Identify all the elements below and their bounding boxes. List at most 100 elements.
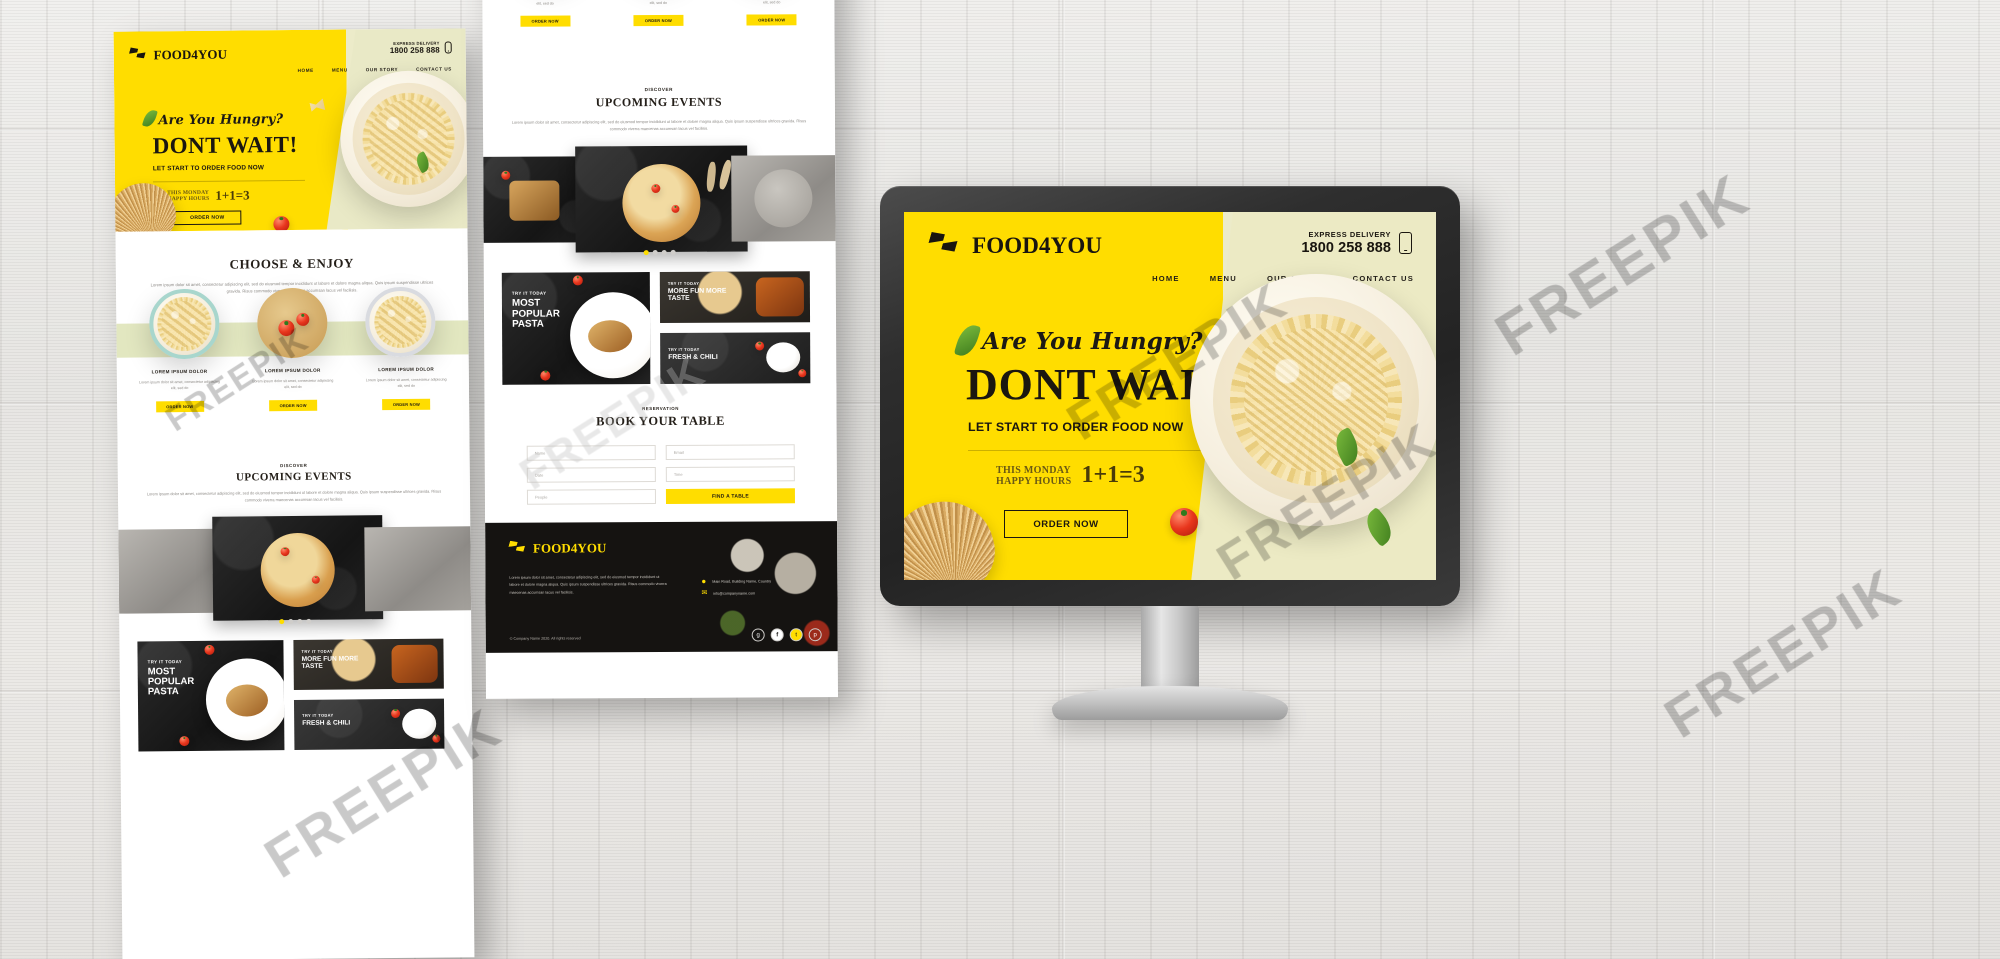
- hero-promo: THIS MONDAY HAPPY HOURS 1+1=3: [167, 187, 250, 204]
- nav-item-home[interactable]: HOME: [1152, 274, 1180, 283]
- choose-and-enjoy-section: CHOOSE & ENJOY Lorem ipsum dolor sit ame…: [115, 228, 470, 447]
- hero-script-line: Are You Hungry?: [158, 112, 284, 129]
- promo-big-title: MOST POPULAR PASTA: [511, 297, 560, 330]
- dish-card-one-order-button[interactable]: ORDER NOW: [155, 401, 204, 413]
- page-one-hero: FOOD4YOU EXPRESS DELIVERY 1800 258 888 H…: [113, 28, 475, 255]
- envelope-icon: ✉: [701, 589, 708, 597]
- dish-card-three-order-button[interactable]: ORDER NOW: [746, 14, 797, 26]
- dish-card-two-order-button[interactable]: ORDER NOW: [633, 15, 684, 27]
- events-carousel[interactable]: [118, 514, 472, 624]
- events-paragraph: Lorem ipsum dolor sit amet, consectetur …: [511, 118, 807, 132]
- carousel-dot-4[interactable]: [670, 249, 676, 256]
- date-field-placeholder: Date: [534, 472, 544, 478]
- time-field-placeholder: Time: [673, 471, 683, 477]
- promo-small-top-kicker: TRY IT TODAY: [301, 648, 333, 654]
- dish-card-two-order-button[interactable]: ORDER NOW: [269, 399, 318, 412]
- site-logo[interactable]: FOOD4YOU: [130, 47, 227, 64]
- dish-card-three-order-button[interactable]: ORDER NOW: [382, 398, 431, 411]
- footer-social-links[interactable]: g f t p: [751, 628, 822, 642]
- monitor-neck: [1141, 606, 1199, 698]
- desktop-hero-promo: THIS MONDAY HAPPY HOURS 1+1=3: [996, 462, 1145, 489]
- mockup-page-one: FOOD4YOU EXPRESS DELIVERY 1800 258 888 H…: [113, 28, 475, 959]
- date-field[interactable]: Date: [526, 467, 656, 483]
- footer-contact-address: ● Main Road, Building Name, Country: [701, 576, 771, 586]
- monitor-screen: FOOD4YOU EXPRESS DELIVERY 1800 258 888 H…: [904, 212, 1436, 580]
- facebook-icon[interactable]: f: [770, 628, 784, 642]
- carousel-dot-1[interactable]: [643, 250, 649, 256]
- promo-tile-more-fun[interactable]: TRY IT TODAY MORE FUN MORE TASTE: [293, 638, 444, 690]
- promo-big-kicker: TRY IT TODAY: [511, 290, 547, 296]
- dish-card-three: LOREM IPSUM DOLOR Lorem ipsum dolor sit …: [720, 0, 824, 26]
- promo-line-two: HAPPY HOURS: [167, 195, 210, 203]
- promo-small-top-title: MORE FUN MORE TASTE: [301, 655, 359, 670]
- promo-tile-fresh-chili[interactable]: TRY IT TODAY FRESH & CHILI: [660, 332, 811, 385]
- bowtie-pasta-icon: [130, 47, 150, 63]
- email-field[interactable]: Email: [665, 444, 795, 461]
- carousel-slide-right[interactable]: [731, 155, 836, 242]
- promo-big-title: MOST POPULAR PASTA: [147, 665, 195, 698]
- hero-order-now-button[interactable]: ORDER NOW: [173, 210, 242, 226]
- farfalle-pasta-decor: [309, 98, 325, 113]
- events-carousel[interactable]: [483, 145, 836, 256]
- dish-card-two-text: Lorem ipsum dolor sit amet, consectetur …: [252, 378, 334, 390]
- dish-card-three: LOREM IPSUM DOLOR Lorem ipsum dolor sit …: [356, 366, 456, 411]
- express-delivery-phone[interactable]: 1800 258 888: [390, 46, 440, 55]
- dish-card-one-text: Lorem ipsum dolor sit amet, consectetur …: [536, 1, 554, 6]
- mobile-phone-icon: [444, 41, 452, 54]
- dish-card-one-title: LOREM IPSUM DOLOR: [151, 368, 208, 375]
- name-field-placeholder: Name: [534, 450, 546, 456]
- email-field-placeholder: Email: [673, 449, 684, 455]
- reservation-section: RESERVATION BOOK YOUR TABLE Name Email D…: [484, 383, 838, 523]
- promo-small-top-title: MORE FUN MORE TASTE: [667, 287, 727, 303]
- upcoming-events-section: DISCOVER UPCOMING EVENTS Lorem ipsum dol…: [482, 62, 836, 133]
- promo-tile-fresh-chili[interactable]: TRY IT TODAY FRESH & CHILI: [293, 698, 445, 750]
- promo-tile-most-popular-pasta[interactable]: TRY IT TODAY MOST POPULAR PASTA: [501, 272, 651, 385]
- twitter-icon[interactable]: t: [789, 628, 803, 642]
- desktop-hero: FOOD4YOU EXPRESS DELIVERY 1800 258 888 H…: [904, 212, 1436, 580]
- dish-card-two: LOREM IPSUM DOLOR Lorem ipsum dolor sit …: [243, 368, 343, 412]
- footer-contact-email[interactable]: ✉ info@companyname.com: [701, 590, 755, 597]
- pinterest-icon[interactable]: p: [808, 628, 822, 642]
- nav-item-menu[interactable]: MENU: [332, 67, 348, 72]
- promo-small-bottom-title: FRESH & CHILI: [302, 719, 351, 727]
- desktop-hero-pasta-plate: [1190, 274, 1436, 526]
- carousel-slide-center[interactable]: [575, 145, 748, 253]
- promo-tile-more-fun[interactable]: TRY IT TODAY MORE FUN MORE TASTE: [659, 271, 811, 324]
- desktop-express-delivery-phone[interactable]: 1800 258 888: [1301, 240, 1391, 256]
- choose-title: CHOOSE & ENJOY: [229, 255, 354, 272]
- mockup-page-two: LOREM IPSUM DOLOR Lorem ipsum dolor sit …: [481, 0, 839, 699]
- mobile-phone-icon: [1399, 232, 1412, 254]
- express-delivery-block: EXPRESS DELIVERY 1800 258 888: [390, 40, 452, 55]
- desktop-hero-order-now-button[interactable]: ORDER NOW: [1004, 510, 1128, 538]
- dish-card-one-order-button[interactable]: ORDER NOW: [520, 15, 571, 27]
- promo-tiles-section: TRY IT TODAY MOST POPULAR PASTA TRY IT T…: [119, 620, 472, 752]
- promo-tile-most-popular-pasta[interactable]: TRY IT TODAY MOST POPULAR PASTA: [137, 639, 285, 752]
- nav-item-menu[interactable]: MENU: [1210, 274, 1237, 283]
- google-plus-icon[interactable]: g: [751, 628, 765, 642]
- find-a-table-button[interactable]: FIND A TABLE: [665, 488, 795, 505]
- upcoming-events-section: DISCOVER UPCOMING EVENTS Lorem ipsum dol…: [117, 443, 471, 506]
- promo-small-bottom-title: FRESH & CHILI: [668, 353, 718, 362]
- spaghetti-bunch-decor: [904, 489, 1006, 580]
- carousel-dot-3[interactable]: [661, 250, 667, 256]
- name-field[interactable]: Name: [526, 445, 656, 461]
- time-field[interactable]: Time: [665, 466, 795, 483]
- footer-logo[interactable]: FOOD4YOU: [509, 540, 607, 556]
- events-paragraph: Lorem ipsum dolor sit amet, consectetur …: [146, 488, 442, 503]
- nav-item-contact-us[interactable]: CONTACT US: [416, 66, 452, 71]
- nav-item-home[interactable]: HOME: [298, 68, 314, 73]
- people-field[interactable]: People: [526, 489, 657, 505]
- monitor-bezel: FOOD4YOU EXPRESS DELIVERY 1800 258 888 H…: [880, 186, 1460, 606]
- dish-card-two-text: Lorem ipsum dolor sit amet, consectetur …: [649, 1, 668, 6]
- carousel-dot-2[interactable]: [652, 250, 658, 256]
- location-pin-icon: ●: [701, 576, 707, 586]
- page-two-dish-row: LOREM IPSUM DOLOR Lorem ipsum dolor sit …: [481, 0, 835, 64]
- reservation-title: BOOK YOUR TABLE: [596, 413, 726, 429]
- dish-card-one: LOREM IPSUM DOLOR Lorem ipsum dolor sit …: [493, 0, 597, 27]
- dish-card-one: LOREM IPSUM DOLOR Lorem ipsum dolor sit …: [129, 369, 229, 413]
- carousel-slide-center[interactable]: [212, 514, 384, 621]
- carousel-slide-right[interactable]: [364, 525, 472, 611]
- desktop-site-logo[interactable]: FOOD4YOU: [930, 232, 1102, 260]
- bowtie-pasta-icon: [930, 232, 966, 260]
- dish-card-two-title: LOREM IPSUM DOLOR: [264, 367, 321, 374]
